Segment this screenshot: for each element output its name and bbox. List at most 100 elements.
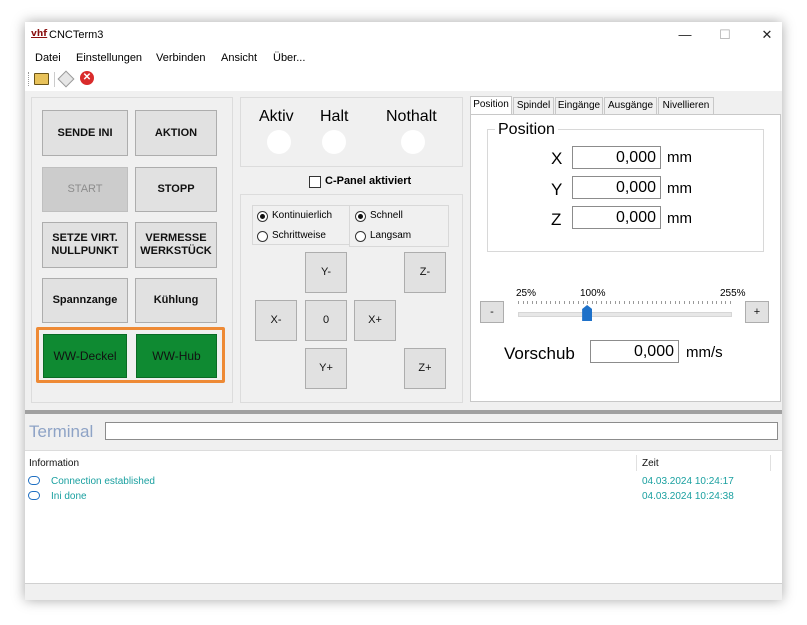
ww-deckel-button[interactable]: WW-Deckel	[43, 334, 127, 378]
kontinuierlich-radio[interactable]	[257, 211, 268, 222]
aktion-button[interactable]: AKTION	[135, 110, 217, 156]
x-axis-label: X	[551, 149, 563, 168]
slider-tick	[522, 301, 524, 304]
menu-datei[interactable]: Datei	[35, 52, 61, 64]
log-row-message[interactable]: Connection established	[51, 476, 155, 487]
slider-tick	[605, 301, 607, 304]
menu-ansicht[interactable]: Ansicht	[221, 52, 257, 64]
menu-ueber[interactable]: Über...	[273, 52, 305, 64]
tab-spindel[interactable]: Spindel	[513, 97, 554, 114]
spannzange-button[interactable]: Spannzange	[42, 278, 128, 323]
log-row-time[interactable]: 04.03.2024 10:24:17	[642, 476, 734, 487]
z-unit-label: mm	[667, 210, 692, 227]
x-unit-label: mm	[667, 149, 692, 166]
maximize-button[interactable]: ☐	[710, 24, 740, 46]
slider-tick	[559, 301, 561, 304]
position-tab-body: Position X 0,000 mm Y 0,000 mm Z 0,000 m…	[470, 114, 781, 402]
tab-nivellieren[interactable]: Nivellieren	[658, 97, 714, 114]
log-header-zeit[interactable]: Zeit	[642, 458, 659, 469]
slider-tick	[670, 301, 672, 304]
jog-y-minus-button[interactable]: Y-	[305, 252, 347, 293]
terminal-splitter[interactable]	[25, 410, 782, 414]
slider-tick	[697, 301, 699, 304]
slider-tick	[628, 301, 630, 304]
jog-x-plus-button[interactable]: X+	[354, 300, 396, 341]
connect-icon[interactable]	[57, 70, 75, 88]
schrittweise-label: Schrittweise	[272, 230, 326, 241]
tab-ausgaenge[interactable]: Ausgänge	[604, 97, 657, 114]
terminal-input[interactable]	[105, 422, 778, 440]
slider-tick	[582, 301, 584, 304]
vorschub-label: Vorschub	[504, 344, 575, 363]
menu-verbinden[interactable]: Verbinden	[156, 52, 206, 64]
menu-einstellungen[interactable]: Einstellungen	[76, 52, 142, 64]
setze-virt-nullpunkt-button[interactable]: SETZE VIRT. NULLPUNKT	[42, 222, 128, 268]
vermesse-werkstueck-button[interactable]: VERMESSE WERKSTÜCK	[135, 222, 217, 268]
stopp-button[interactable]: STOPP	[135, 167, 217, 212]
app-logo-icon: vhf	[31, 29, 48, 39]
kontinuierlich-label: Kontinuierlich	[272, 210, 333, 221]
cpanel-label: C-Panel aktiviert	[325, 175, 412, 187]
slider-tick	[518, 301, 519, 304]
tab-eingaenge[interactable]: Eingänge	[555, 97, 603, 114]
slider-tick	[725, 301, 727, 304]
jog-zero-button[interactable]: 0	[305, 300, 347, 341]
tab-position[interactable]: Position	[470, 96, 512, 115]
feed-min-label: 25%	[516, 288, 537, 299]
cpanel-checkbox[interactable]	[309, 176, 321, 188]
status-nothalt-label: Nothalt	[386, 108, 437, 125]
feed-minus-button[interactable]: -	[480, 301, 504, 323]
slider-tick	[554, 301, 556, 304]
schrittweise-radio[interactable]	[257, 231, 268, 242]
jog-x-minus-button[interactable]: X-	[255, 300, 297, 341]
message-icon	[28, 491, 40, 500]
slider-tick	[633, 301, 635, 304]
sende-ini-button[interactable]: SENDE INI	[42, 110, 128, 156]
slider-tick	[642, 301, 644, 304]
log-header-information[interactable]: Information	[29, 458, 79, 469]
slider-tick	[614, 301, 616, 304]
slider-tick	[716, 301, 718, 304]
slider-tick	[720, 301, 722, 304]
feed-slider-track[interactable]	[518, 312, 732, 317]
slider-tick	[568, 301, 570, 304]
minimize-button[interactable]: —	[670, 24, 700, 46]
log-header-separator	[636, 455, 637, 471]
halt-lamp	[322, 130, 346, 154]
status-halt-label: Halt	[320, 108, 349, 125]
slider-tick	[536, 301, 538, 304]
feed-slider-thumb[interactable]	[582, 305, 593, 321]
slider-tick	[541, 301, 543, 304]
slider-tick	[619, 301, 621, 304]
close-window-button[interactable]: ✕	[752, 24, 782, 46]
slider-tick	[587, 301, 589, 304]
y-position-field[interactable]: 0,000	[572, 176, 661, 199]
jog-z-plus-button[interactable]: Z+	[404, 348, 446, 389]
log-list: Information Zeit Connection established …	[25, 450, 782, 584]
jog-z-minus-button[interactable]: Z-	[404, 252, 446, 293]
close-icon[interactable]: ✕	[80, 71, 94, 85]
slider-tick	[550, 301, 552, 304]
z-position-field[interactable]: 0,000	[572, 206, 661, 229]
langsam-radio[interactable]	[355, 231, 366, 242]
toolbar-grip	[28, 72, 31, 86]
slider-tick	[591, 301, 593, 304]
schnell-label: Schnell	[370, 210, 403, 221]
terminal-label: Terminal	[29, 422, 94, 441]
open-folder-icon[interactable]	[34, 73, 49, 85]
vorschub-field[interactable]: 0,000	[590, 340, 679, 363]
kuehlung-button[interactable]: Kühlung	[135, 278, 217, 323]
langsam-label: Langsam	[370, 230, 412, 241]
schnell-radio[interactable]	[355, 211, 366, 222]
start-button[interactable]: START	[42, 167, 128, 212]
slider-tick	[665, 301, 667, 304]
x-position-field[interactable]: 0,000	[572, 146, 661, 169]
jog-y-plus-button[interactable]: Y+	[305, 348, 347, 389]
status-bar	[25, 583, 782, 600]
ww-hub-button[interactable]: WW-Hub	[136, 334, 217, 378]
position-group-title: Position	[495, 121, 558, 139]
log-row-message[interactable]: Ini done	[51, 491, 87, 502]
log-row-time[interactable]: 04.03.2024 10:24:38	[642, 491, 734, 502]
slider-tick	[706, 301, 708, 304]
feed-plus-button[interactable]: +	[745, 301, 769, 323]
